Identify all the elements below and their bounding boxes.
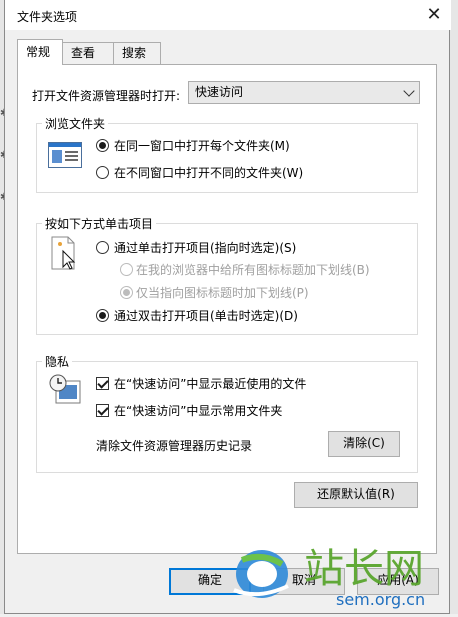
restore-defaults-button[interactable]: 还原默认值(R): [294, 482, 418, 508]
clear-history-label: 清除文件资源管理器历史记录: [96, 439, 253, 453]
privacy-title: 隐私: [42, 353, 73, 370]
double-click-label: 通过双击打开项目(单击时选定)(D): [114, 309, 298, 323]
recent-files-checkbox[interactable]: [96, 377, 109, 390]
close-icon: ✕: [426, 4, 442, 25]
frequent-folders-checkbox[interactable]: [96, 404, 109, 417]
single-click-label: 通过单击打开项目(指向时选定)(S): [114, 241, 297, 255]
dropdown-value: 快速访问: [195, 85, 244, 99]
tab-label: 搜索: [122, 46, 147, 60]
same-window-label: 在同一窗口中打开每个文件夹(M): [114, 139, 290, 153]
underline-all-radio[interactable]: [120, 263, 133, 276]
new-window-radio[interactable]: [96, 166, 109, 179]
frequent-folders-label: 在“快速访问”中显示常用文件夹: [114, 404, 283, 418]
svg-text:站长网: 站长网: [304, 546, 424, 592]
clear-button[interactable]: 清除(C): [328, 431, 400, 457]
recent-files-label: 在“快速访问”中显示最近使用的文件: [114, 377, 307, 391]
same-window-radio[interactable]: [96, 139, 109, 152]
underline-all-label: 在我的浏览器中给所有图标标题加下划线(B): [136, 263, 370, 277]
window-title: 文件夹选项: [17, 10, 78, 24]
chevron-down-icon: [403, 85, 415, 97]
single-click-radio[interactable]: [96, 241, 109, 254]
watermark-url: sem.org.cn: [336, 590, 426, 609]
close-button[interactable]: ✕: [419, 0, 449, 30]
click-items-title: 按如下方式单击项目: [42, 215, 157, 232]
browse-folders-group: [36, 123, 418, 193]
general-tab-panel: 打开文件资源管理器时打开: 快速访问 浏览文件夹 在同一窗口中打开每个文件夹(M…: [17, 64, 437, 554]
history-clock-icon: [48, 373, 82, 407]
browse-folders-title: 浏览文件夹: [42, 115, 109, 132]
double-click-radio[interactable]: [96, 309, 109, 322]
tab-label: 常规: [26, 45, 51, 59]
open-explorer-dropdown[interactable]: 快速访问: [188, 81, 420, 104]
tab-search[interactable]: 搜索: [113, 42, 161, 64]
cursor-click-icon: [50, 235, 80, 271]
underline-hover-radio[interactable]: [120, 286, 133, 299]
tab-label: 查看: [71, 46, 96, 60]
new-window-label: 在不同窗口中打开不同的文件夹(W): [114, 166, 304, 180]
background-window-right-edge: [449, 0, 458, 614]
underline-hover-label: 仅当指向图标标题时加下划线(P): [136, 286, 309, 300]
folder-options-dialog: 文件夹选项 ✕ 常规 查看 搜索 打开文件资源管理器时打开: 快速访问 浏览文件…: [4, 0, 451, 614]
folder-window-icon: [48, 142, 82, 168]
title-bar: 文件夹选项 ✕: [5, 0, 451, 30]
open-explorer-label: 打开文件资源管理器时打开:: [32, 89, 181, 103]
tab-general[interactable]: 常规: [17, 39, 63, 65]
watermark-logo: 站长网 sem.org.cn: [228, 530, 458, 614]
tab-view[interactable]: 查看: [62, 42, 114, 64]
